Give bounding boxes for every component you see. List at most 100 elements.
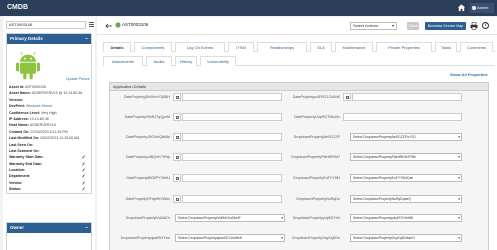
property-label: Asset Id: (9, 85, 25, 89)
property-label: IP Address: (9, 116, 29, 121)
calendar-icon[interactable] (173, 195, 181, 203)
chevron-down-icon: ▾ (457, 235, 460, 241)
field-label: DatePropertyjXhWmYOjSBH (123, 95, 170, 99)
tab-private-properties[interactable]: Private Properties (376, 42, 432, 52)
calendar-icon[interactable] (173, 113, 181, 121)
tab-attachments[interactable]: Attachments (103, 56, 143, 66)
field-label: DropdownPropertyEuFYY5lH (293, 176, 340, 180)
actions-dropdown[interactable]: Select Actions ▾ (350, 22, 397, 30)
tab-components[interactable]: Components (134, 42, 172, 52)
chevron-down-icon: ▾ (457, 175, 460, 181)
save-button[interactable]: Save (407, 22, 419, 30)
calendar-icon[interactable] (173, 133, 181, 141)
date-field[interactable] (182, 93, 282, 101)
property-row: Status: (7, 186, 91, 192)
form-row: DatePropertyBlGEPY2HdU DropdownPropertyEu… (110, 174, 490, 184)
owner-header[interactable]: Owner − (7, 223, 91, 233)
property-value: 09/22/2023 11:15:50 AM (40, 136, 80, 141)
home-icon[interactable] (457, 3, 466, 12)
date-field[interactable] (352, 93, 462, 101)
collapse-icon[interactable]: − (85, 223, 88, 233)
property-value: ADSERVERVL5 @ 10.14.80.36 (31, 91, 83, 96)
property-label: Confidence Level: (9, 110, 40, 115)
field-label: DatePropertyU4pRGTNk4Xc (294, 115, 340, 119)
property-label: Version: (9, 97, 24, 102)
business-service-map-button[interactable]: Business Service Map (425, 22, 466, 30)
tabs-row-secondary: Attachments Audits History Vulnerability (103, 56, 495, 66)
edit-pencil-icon[interactable] (82, 181, 85, 185)
dropdown-value: Select DropdownPropertyOsyXqDNbsoO (353, 236, 415, 240)
dropdown-select[interactable]: Select DropdownPropertyPlaHtRKM7PBe ▾ (350, 153, 462, 161)
dropdown-select[interactable]: Select DropdownPropertyOsyXqDNbsoO ▾ (350, 234, 462, 242)
dropdown-select[interactable]: Select DropdownPropertyEuFYY5l4Cae ▾ (350, 174, 462, 182)
field-label: DatePropertyJNC9oIQtbMn (126, 135, 170, 139)
tab-relationships[interactable]: Relationships (257, 42, 307, 52)
calendar-icon[interactable] (173, 174, 181, 182)
chevron-down-icon: ▾ (391, 23, 394, 28)
date-field[interactable] (182, 133, 282, 141)
dropdown-select[interactable]: Select DropdownPropertyiVd0iAOroDkNF ▾ (175, 214, 285, 222)
tab-history[interactable]: History (175, 56, 197, 66)
tab-log-on-events[interactable]: Log On Events (175, 42, 225, 52)
date-field[interactable] (182, 153, 282, 161)
tab-itsm[interactable]: ITSM (228, 42, 254, 52)
chevron-down-icon: ▾ (457, 196, 460, 202)
field-label: DropdownPropertyOsyXqDNo (292, 236, 340, 240)
edit-pencil-icon[interactable] (82, 162, 85, 166)
tab-tasks[interactable]: Tasks (435, 42, 457, 52)
edit-pencil-icon[interactable] (82, 155, 85, 159)
text-field[interactable] (343, 113, 462, 121)
calendar-icon[interactable] (173, 93, 181, 101)
chevron-down-icon: ▾ (457, 134, 460, 140)
date-field[interactable] (182, 195, 282, 203)
record-id: AST0003106 (122, 22, 149, 27)
print-icon[interactable] (470, 22, 478, 30)
property-label: Last Scanned On: (9, 148, 40, 153)
application-details-section: Application Details DatePropertyjXhWmYOj… (109, 82, 489, 250)
calendar-icon[interactable] (173, 153, 181, 161)
property-value: ADSERVERVL5 (29, 123, 56, 128)
user-icon (472, 6, 476, 10)
dropdown-select[interactable]: Select DropdownPropertyNuRqDpaeQ ▾ (350, 195, 462, 203)
tab-sla[interactable]: SLA (310, 42, 332, 52)
date-field[interactable] (182, 174, 282, 182)
update-picture-link[interactable]: Update Picture (66, 77, 90, 81)
field-label: DatePropertyVhMI27qQpnM (124, 115, 170, 119)
show-all-properties-link[interactable]: Show All Properties (450, 72, 488, 77)
calendar-icon[interactable] (343, 93, 351, 101)
owner-panel: Owner − (6, 222, 92, 250)
property-value: 07/04/2023 5:11:34 PM (30, 129, 68, 134)
dropdown-select[interactable]: Select DropdownPropertyAeSGZZPoY2O ▾ (350, 133, 462, 141)
tab-details[interactable]: Details (103, 42, 131, 52)
section-title: Application Details (110, 83, 488, 91)
dropdown-select[interactable]: Select DropdownPropertyp4yEDYrhiW8 ▾ (350, 214, 462, 222)
dropdown-value: Select DropdownPropertyAeSGZZPoY2O (353, 135, 416, 139)
chevron-down-icon: ▾ (457, 154, 460, 160)
primary-details-header[interactable]: Primary Details − (7, 34, 91, 44)
property-value: Very High (40, 110, 57, 115)
property-value[interactable]: Windows Server (26, 104, 52, 108)
hamburger-menu-icon[interactable] (89, 22, 94, 27)
dropdown-value: Select DropdownPropertyqwaiSGYxwWe8 (178, 236, 242, 240)
admin-menu-button[interactable]: Admin (470, 3, 494, 13)
back-arrow-icon[interactable] (105, 23, 113, 29)
property-label: Asset Name: (9, 91, 31, 96)
dropdown-select[interactable]: Select DropdownPropertyqwaiSGYxwWe8 ▾ (175, 234, 285, 242)
tab-comments[interactable]: Comments (460, 42, 493, 52)
tab-maintenance[interactable]: Maintenance (335, 42, 373, 52)
field-label: DropdownPropertyPlaHtRKM7 (291, 155, 340, 159)
asset-search-input[interactable]: AST0003106 (6, 21, 86, 29)
form-row: DatePropertyzdBQVK7HNp DropdownPropertyPl… (110, 153, 490, 163)
edit-pencil-icon[interactable] (82, 174, 85, 179)
record-header: AST0003106 Select Actions ▾ Save Busines… (97, 17, 497, 35)
collapse-icon[interactable]: − (85, 34, 88, 44)
dropdown-value: Select DropdownPropertyp4yEDYrhiW8 (353, 216, 413, 220)
field-label: DropdownPropertyNuRqDe (296, 197, 340, 201)
date-field[interactable] (182, 113, 282, 121)
tab-audits[interactable]: Audits (146, 56, 172, 66)
help-icon[interactable]: ? (482, 22, 489, 29)
edit-pencil-icon[interactable] (82, 187, 85, 191)
edit-pencil-icon[interactable] (82, 168, 85, 172)
actions-dropdown-value: Select Actions (353, 23, 379, 28)
tab-vulnerability[interactable]: Vulnerability (200, 56, 236, 66)
